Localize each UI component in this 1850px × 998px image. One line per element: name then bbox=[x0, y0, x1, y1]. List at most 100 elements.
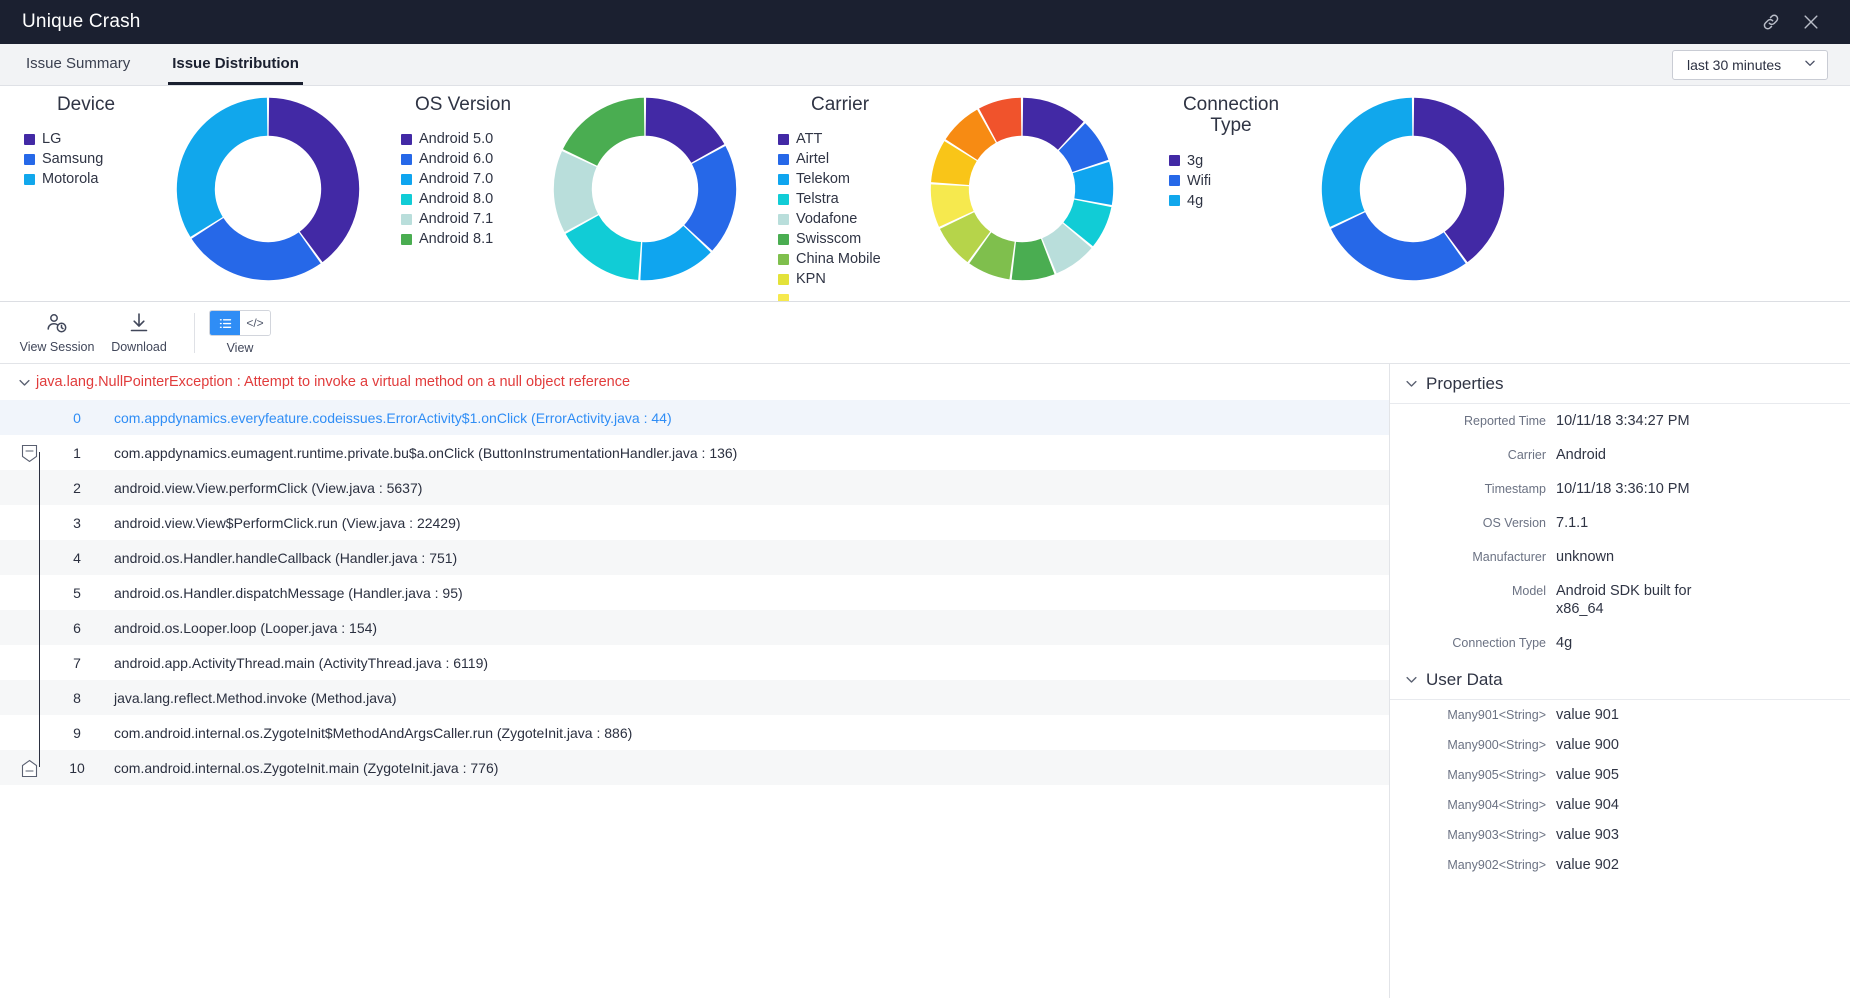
legend-item[interactable]: Wifi bbox=[1169, 171, 1307, 191]
tab-issue-summary[interactable]: Issue Summary bbox=[22, 44, 134, 85]
legend-swatch bbox=[1169, 155, 1180, 167]
legend-item[interactable]: Vodafone bbox=[778, 209, 916, 229]
legend-item[interactable]: Android 8.1 bbox=[401, 229, 539, 249]
legend-swatch bbox=[778, 153, 789, 165]
legend-item[interactable]: 3g bbox=[1169, 151, 1307, 171]
user-data-value: value 902 bbox=[1556, 857, 1619, 873]
donut-chart[interactable] bbox=[1318, 94, 1508, 284]
legend-item[interactable]: China Mobile bbox=[778, 249, 916, 269]
user-data-value: value 904 bbox=[1556, 797, 1619, 813]
chart-device-legend: LG Samsung Motorola bbox=[10, 129, 162, 189]
chart-carrier: Carrier ATT Airtel Telekom Telstra Vodaf… bbox=[764, 86, 1119, 301]
stack-frame-text: android.os.Looper.loop (Looper.java : 15… bbox=[114, 619, 378, 636]
stack-frame-row[interactable]: 7 android.app.ActivityThread.main (Activi… bbox=[0, 645, 1389, 680]
donut-segment[interactable] bbox=[1413, 97, 1504, 263]
view-session-label: View Session bbox=[19, 340, 95, 354]
legend-item[interactable]: KPN bbox=[778, 269, 916, 289]
legend-item-clipped[interactable] bbox=[778, 289, 916, 301]
donut-segment[interactable] bbox=[1321, 97, 1412, 227]
collapse-toggle-end-icon[interactable] bbox=[21, 759, 38, 777]
chart-os-version-legend: Android 5.0 Android 6.0 Android 7.0 Andr… bbox=[387, 129, 539, 249]
user-data-section-header[interactable]: User Data bbox=[1390, 660, 1850, 700]
properties-section-header[interactable]: Properties bbox=[1390, 364, 1850, 404]
donut-segment[interactable] bbox=[1330, 212, 1466, 281]
legend-label: China Mobile bbox=[796, 251, 881, 268]
legend-item[interactable]: Samsung bbox=[24, 149, 162, 169]
view-segmented-control[interactable]: </> bbox=[209, 310, 271, 336]
stack-frame-gutter bbox=[0, 750, 58, 785]
exception-header[interactable]: java.lang.NullPointerException : Attempt… bbox=[0, 364, 1389, 400]
code-view-icon[interactable]: </> bbox=[240, 311, 270, 335]
stack-frame-text: android.os.Handler.dispatchMessage (Hand… bbox=[114, 584, 463, 601]
user-data-key: Many900<String> bbox=[1447, 738, 1546, 752]
donut-segment[interactable] bbox=[562, 97, 644, 166]
stack-frame-row[interactable]: 0 com.appdynamics.everyfeature.codeissues… bbox=[0, 400, 1389, 435]
property-value: Android SDK built for x86_64 bbox=[1556, 583, 1692, 617]
legend-item[interactable]: Android 5.0 bbox=[401, 129, 539, 149]
collapse-connector-line bbox=[39, 610, 40, 645]
chart-os-version-donut-wrap bbox=[547, 94, 742, 284]
property-row: Reported Time 10/11/18 3:34:27 PM bbox=[1390, 404, 1850, 438]
legend-label: Android 8.1 bbox=[419, 231, 494, 248]
legend-item[interactable]: Motorola bbox=[24, 169, 162, 189]
close-icon[interactable] bbox=[1794, 5, 1828, 39]
legend-item[interactable]: Swisscom bbox=[778, 229, 916, 249]
download-button[interactable]: Download bbox=[98, 311, 180, 354]
window-title-bar: Unique Crash bbox=[0, 0, 1850, 44]
stack-frame-gutter bbox=[0, 470, 58, 505]
collapse-toggle-start-icon[interactable] bbox=[21, 444, 38, 462]
property-row: Carrier Android bbox=[1390, 438, 1850, 472]
collapse-connector-line bbox=[39, 505, 40, 540]
time-range-selector[interactable]: last 30 minutes bbox=[1672, 49, 1828, 80]
donut-chart[interactable] bbox=[927, 94, 1117, 284]
stack-frame-index: 5 bbox=[73, 584, 81, 601]
legend-item[interactable]: ATT bbox=[778, 129, 916, 149]
legend-item[interactable]: Telekom bbox=[778, 169, 916, 189]
link-icon[interactable] bbox=[1754, 5, 1788, 39]
donut-segment[interactable] bbox=[176, 97, 267, 237]
donut-chart[interactable] bbox=[173, 94, 363, 284]
legend-swatch bbox=[401, 213, 412, 225]
exception-message[interactable]: java.lang.NullPointerException : Attempt… bbox=[36, 374, 630, 390]
legend-item[interactable]: LG bbox=[24, 129, 162, 149]
stack-frame-row[interactable]: 4 android.os.Handler.handleCallback (Hand… bbox=[0, 540, 1389, 575]
donut-segment[interactable] bbox=[191, 218, 321, 281]
user-data-list: Many901<String> value 901 Many900<String> v… bbox=[1390, 700, 1850, 880]
chart-carrier-legend: ATT Airtel Telekom Telstra Vodafone Swis… bbox=[764, 129, 916, 301]
stack-frame-index: 2 bbox=[73, 479, 81, 496]
legend-swatch bbox=[778, 193, 789, 205]
legend-item[interactable]: Airtel bbox=[778, 149, 916, 169]
chevron-down-icon[interactable] bbox=[1404, 376, 1426, 391]
stack-frame-gutter bbox=[0, 540, 58, 575]
stack-frame-row[interactable]: 5 android.os.Handler.dispatchMessage (Han… bbox=[0, 575, 1389, 610]
stack-frame-row[interactable]: 1 com.appdynamics.eumagent.runtime.privat… bbox=[0, 435, 1389, 470]
legend-label: Android 7.1 bbox=[419, 211, 494, 228]
legend-label: Wifi bbox=[1187, 172, 1212, 189]
stack-frame-row[interactable]: 6 android.os.Looper.loop (Looper.java : 1… bbox=[0, 610, 1389, 645]
stack-frame-row[interactable]: 10 com.android.internal.os.ZygoteInit.mai… bbox=[0, 750, 1389, 785]
chevron-down-icon[interactable] bbox=[12, 375, 36, 390]
donut-segment[interactable] bbox=[268, 97, 359, 263]
stack-frame-row[interactable]: 3 android.view.View$PerformClick.run (Vie… bbox=[0, 505, 1389, 540]
legend-swatch bbox=[401, 133, 412, 145]
property-row: Model Android SDK built for x86_64 bbox=[1390, 574, 1850, 626]
legend-item[interactable]: Android 7.0 bbox=[401, 169, 539, 189]
view-toggle-group[interactable]: </> View bbox=[209, 310, 271, 355]
view-session-button[interactable]: View Session bbox=[16, 311, 98, 354]
property-key: Manufacturer bbox=[1472, 550, 1546, 564]
stack-frame-gutter bbox=[0, 680, 58, 715]
stack-frame-text[interactable]: com.appdynamics.everyfeature.codeissues.… bbox=[96, 410, 672, 426]
legend-item[interactable]: Android 7.1 bbox=[401, 209, 539, 229]
chevron-down-icon[interactable] bbox=[1404, 672, 1426, 687]
legend-item[interactable]: Telstra bbox=[778, 189, 916, 209]
tab-issue-distribution[interactable]: Issue Distribution bbox=[168, 44, 303, 85]
legend-item[interactable]: 4g bbox=[1169, 191, 1307, 211]
legend-swatch bbox=[401, 153, 412, 165]
legend-item[interactable]: Android 6.0 bbox=[401, 149, 539, 169]
list-view-icon[interactable] bbox=[210, 311, 240, 335]
stack-frame-row[interactable]: 8 java.lang.reflect.Method.invoke (Method… bbox=[0, 680, 1389, 715]
legend-item[interactable]: Android 8.0 bbox=[401, 189, 539, 209]
stack-frame-row[interactable]: 9 com.android.internal.os.ZygoteInit$Meth… bbox=[0, 715, 1389, 750]
stack-frame-row[interactable]: 2 android.view.View.performClick (View.ja… bbox=[0, 470, 1389, 505]
donut-chart[interactable] bbox=[550, 94, 740, 284]
